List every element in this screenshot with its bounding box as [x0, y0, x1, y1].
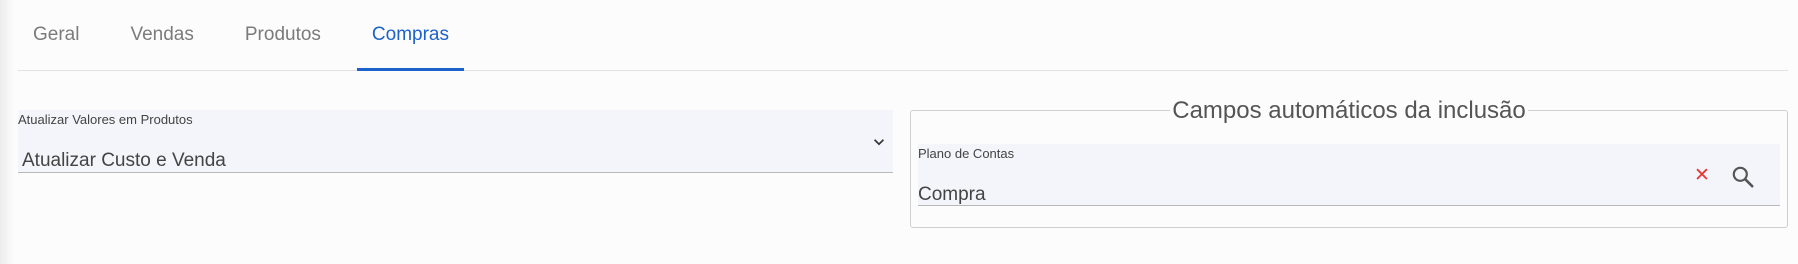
- left-edge-shadow: [0, 0, 14, 264]
- plano-de-contas-label: Plano de Contas: [918, 146, 1015, 161]
- auto-fields-title: Campos automáticos da inclusão: [1170, 97, 1528, 124]
- page: Geral Vendas Produtos Compras Atualizar …: [0, 0, 1798, 264]
- tab-vendas[interactable]: Vendas: [115, 0, 208, 70]
- chevron-down-icon[interactable]: [869, 132, 889, 152]
- tab-geral[interactable]: Geral: [18, 0, 94, 70]
- tab-produtos[interactable]: Produtos: [230, 0, 336, 70]
- search-icon[interactable]: [1730, 164, 1756, 190]
- plano-de-contas-value: Compra: [918, 184, 986, 205]
- plano-de-contas-field[interactable]: Plano de Contas Compra ✕: [918, 144, 1780, 206]
- auto-fields-group: Campos automáticos da inclusão Plano de …: [910, 97, 1788, 228]
- update-values-value: Atualizar Custo e Venda: [22, 150, 226, 171]
- close-icon[interactable]: ✕: [1694, 166, 1710, 186]
- update-values-select[interactable]: Atualizar Valores em Produtos Atualizar …: [18, 110, 893, 173]
- tab-bar: Geral Vendas Produtos Compras: [18, 0, 1788, 71]
- update-values-label: Atualizar Valores em Produtos: [18, 112, 193, 127]
- tab-compras[interactable]: Compras: [356, 0, 465, 71]
